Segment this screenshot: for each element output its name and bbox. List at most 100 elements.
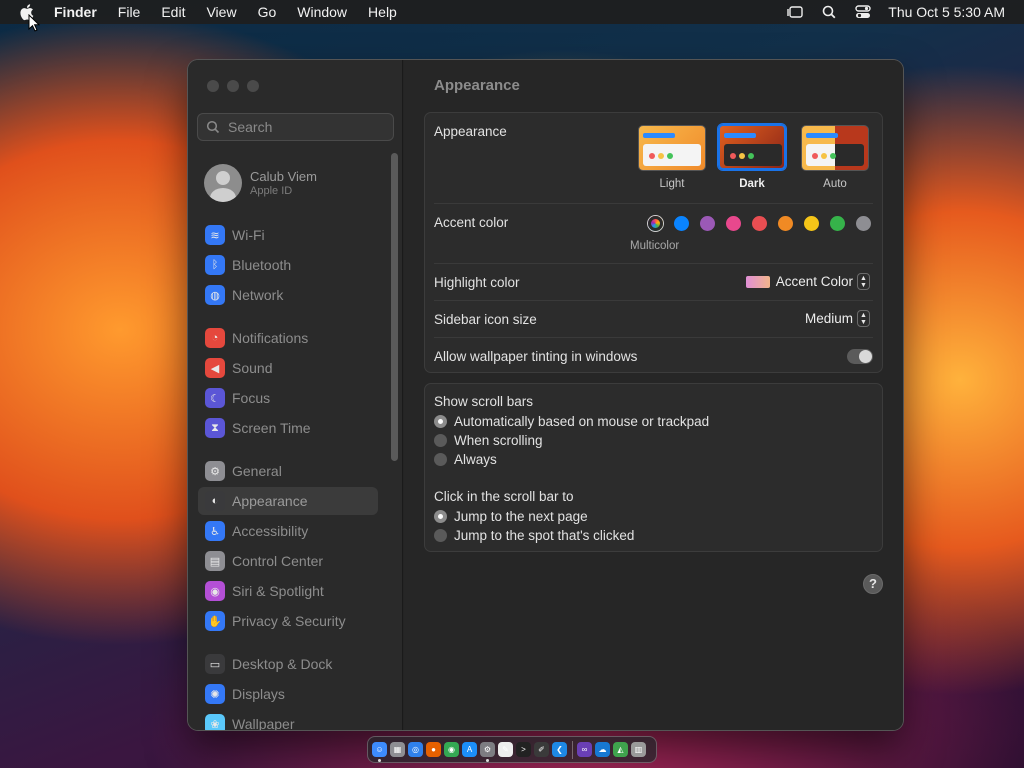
accent-color-swatch[interactable] <box>830 216 845 231</box>
brush-icon[interactable]: ✐ <box>534 742 549 757</box>
highlight-color-value: Accent Color <box>775 274 853 289</box>
zoom-button[interactable] <box>247 80 259 92</box>
sidebar-item-bluetooth[interactable]: ᛒ Bluetooth <box>198 251 378 279</box>
menu-file[interactable]: File <box>118 4 141 20</box>
preview-dot <box>830 153 836 159</box>
highlight-color-popup[interactable]: Accent Color ▲ ▼ <box>745 273 870 290</box>
highlight-color-label: Highlight color <box>434 275 520 290</box>
menu-help[interactable]: Help <box>368 4 397 20</box>
sidebar-item-desktop-dock[interactable]: ▭ Desktop & Dock <box>198 650 378 678</box>
sidebar-item-screen-time[interactable]: ⧗ Screen Time <box>198 414 378 442</box>
moon-icon: ☾ <box>205 388 225 408</box>
scroll-bars-always-radio[interactable]: Always <box>434 452 497 467</box>
apple-id-account[interactable]: Calub Viem Apple ID <box>204 164 317 202</box>
sidebar-item-label: Accessibility <box>232 523 309 539</box>
bell-icon: ◔ <box>205 328 225 348</box>
stage-manager-icon[interactable] <box>786 4 804 20</box>
sidebar-item-focus[interactable]: ☾ Focus <box>198 384 378 412</box>
scroll-bars-group: Show scroll bars Automatically based on … <box>424 383 883 552</box>
menu-window[interactable]: Window <box>297 4 347 20</box>
appearance-auto-option[interactable] <box>801 125 869 171</box>
menu-edit[interactable]: Edit <box>161 4 185 20</box>
appearance-dark-option[interactable] <box>718 124 786 170</box>
accent-color-swatch[interactable] <box>752 216 767 231</box>
color-picker-icon[interactable]: ◭ <box>613 742 628 757</box>
trash-icon[interactable]: ▥ <box>631 742 646 757</box>
terminal-icon[interactable]: > <box>516 742 531 757</box>
sidebar-item-displays[interactable]: ✺ Displays <box>198 680 378 708</box>
siri-icon: ◉ <box>205 581 225 601</box>
radio-label: When scrolling <box>454 433 543 448</box>
account-name: Calub Viem <box>250 169 317 184</box>
sidebar-item-wi-fi[interactable]: ≋ Wi-Fi <box>198 221 378 249</box>
hourglass-icon: ⧗ <box>205 418 225 438</box>
app-store-icon[interactable]: A <box>462 742 477 757</box>
accessibility-icon: ♿ <box>205 521 225 541</box>
close-button[interactable] <box>207 80 219 92</box>
divider <box>434 203 873 204</box>
sidebar-item-label: Screen Time <box>232 420 311 436</box>
jump-to-spot-radio[interactable]: Jump to the spot that's clicked <box>434 528 634 543</box>
sidebar-item-label: Control Center <box>232 553 324 569</box>
radio-label: Automatically based on mouse or trackpad <box>454 414 710 429</box>
control-center-icon[interactable] <box>854 4 872 20</box>
show-scroll-bars-label: Show scroll bars <box>434 394 534 409</box>
sidebar-scrollbar[interactable] <box>391 153 398 461</box>
sidebar-item-general[interactable]: ⚙ General <box>198 457 378 485</box>
sidebar-item-privacy-security[interactable]: ✋ Privacy & Security <box>198 607 378 635</box>
accent-color-swatch[interactable] <box>726 216 741 231</box>
visual-studio-icon[interactable]: ∞ <box>577 742 592 757</box>
sidebar-icon-size-popup[interactable]: Medium ▲ ▼ <box>805 310 870 327</box>
appearance-light-label[interactable]: Light <box>638 178 706 190</box>
scroll-bars-when-scrolling-radio[interactable]: When scrolling <box>434 433 543 448</box>
sidebar-item-sound[interactable]: ◀ Sound <box>198 354 378 382</box>
safari-icon[interactable]: ◎ <box>408 742 423 757</box>
sidebar-item-siri-spotlight[interactable]: ◉ Siri & Spotlight <box>198 577 378 605</box>
menu-clock[interactable]: Thu Oct 5 5:30 AM <box>888 4 1005 20</box>
help-button[interactable]: ? <box>863 574 883 594</box>
sun-icon: ✺ <box>205 684 225 704</box>
finder-icon[interactable]: ☺ <box>372 742 387 762</box>
sidebar-item-label: Desktop & Dock <box>232 656 333 672</box>
sidebar-item-label: Network <box>232 287 284 303</box>
onedrive-icon[interactable]: ☁ <box>595 742 610 757</box>
menu-go[interactable]: Go <box>258 4 277 20</box>
sidebar-item-control-center[interactable]: ▤ Control Center <box>198 547 378 575</box>
jump-next-page-radio[interactable]: Jump to the next page <box>434 509 588 524</box>
globe-icon: ◍ <box>205 285 225 305</box>
textedit-icon[interactable]: ✎ <box>498 742 513 757</box>
accent-color-swatch[interactable] <box>700 216 715 231</box>
radio-button <box>434 510 447 523</box>
sidebar-item-notifications[interactable]: ◔ Notifications <box>198 324 378 352</box>
sidebar-item-wallpaper[interactable]: ❀ Wallpaper <box>198 710 378 730</box>
scroll-bars-auto-radio[interactable]: Automatically based on mouse or trackpad <box>434 414 709 429</box>
minimize-button[interactable] <box>227 80 239 92</box>
sidebar-item-network[interactable]: ◍ Network <box>198 281 378 309</box>
sidebar-item-label: Displays <box>232 686 285 702</box>
spotlight-search-icon[interactable] <box>820 4 838 20</box>
launchpad-icon[interactable]: ▦ <box>390 742 405 757</box>
wallpaper-tinting-toggle[interactable] <box>847 349 873 364</box>
accent-color-swatch[interactable] <box>856 216 871 231</box>
appearance-light-option[interactable] <box>638 125 706 171</box>
menu-app-name[interactable]: Finder <box>54 4 97 20</box>
appearance-auto-label[interactable]: Auto <box>801 178 869 190</box>
appearance-dark-label[interactable]: Dark <box>718 178 786 190</box>
accent-color-swatch[interactable] <box>804 216 819 231</box>
radio-label: Jump to the next page <box>454 509 588 524</box>
firefox-icon[interactable]: ● <box>426 742 441 757</box>
accent-color-swatch[interactable] <box>674 216 689 231</box>
menu-view[interactable]: View <box>206 4 236 20</box>
sidebar-item-accessibility[interactable]: ♿ Accessibility <box>198 517 378 545</box>
system-settings-icon[interactable]: ⚙ <box>480 742 495 762</box>
sidebar-icon-size-label: Sidebar icon size <box>434 312 537 327</box>
vscode-icon[interactable]: ❮ <box>552 742 567 757</box>
content-pane: Appearance Appearance Light Dark Auto Ac… <box>404 60 903 730</box>
accent-multicolor-swatch[interactable] <box>648 216 663 231</box>
appearance-group: Appearance Light Dark Auto Accent color … <box>424 112 883 373</box>
sidebar-item-appearance[interactable]: ◐ Appearance <box>198 487 378 515</box>
chrome-icon[interactable]: ◉ <box>444 742 459 757</box>
accent-color-swatch[interactable] <box>778 216 793 231</box>
search-field[interactable]: Search <box>197 113 394 141</box>
chevron-updown-icon: ▲ ▼ <box>857 310 870 327</box>
